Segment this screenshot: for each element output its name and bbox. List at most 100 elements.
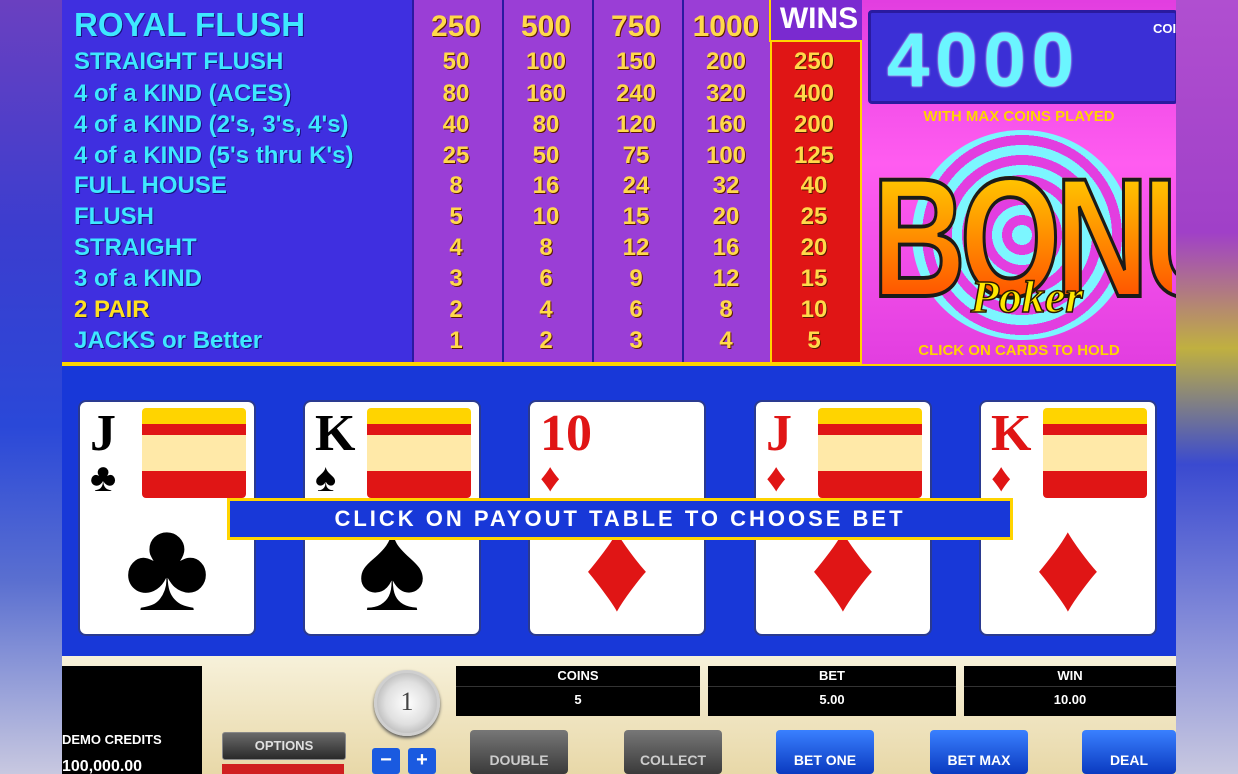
payout-cell[interactable]: 8 xyxy=(682,296,770,324)
coins-display: COINS 5 xyxy=(456,666,700,716)
bonus-poker-logo: BONUS Poker xyxy=(871,130,1176,340)
payout-cell[interactable]: 150 xyxy=(592,48,680,76)
credits-display: DEMO CREDITS 100,000.00 xyxy=(62,666,202,774)
payout-cell[interactable]: 10 xyxy=(502,203,590,231)
payout-cell[interactable]: 75 xyxy=(592,142,680,170)
coins-value: 5 xyxy=(456,686,700,713)
payout-cell[interactable]: 25 xyxy=(412,142,500,170)
payout-cell[interactable]: 100 xyxy=(502,48,590,76)
double-button[interactable]: DOUBLE xyxy=(470,730,568,774)
max-bet-payout-cell[interactable]: 25 xyxy=(770,203,858,231)
hand-name: JACKS or Better xyxy=(74,327,263,354)
payout-cell[interactable]: 160 xyxy=(502,80,590,108)
coin-plus-button[interactable]: + xyxy=(408,748,436,774)
logo-poker-text: Poker xyxy=(970,270,1084,323)
jackpot-coins-label: COINS xyxy=(1153,21,1176,36)
max-bet-payout-cell[interactable]: 40 xyxy=(770,172,858,200)
payout-cell[interactable]: 6 xyxy=(502,265,590,293)
options-button[interactable]: OPTIONS xyxy=(222,732,346,760)
payout-cell[interactable]: 80 xyxy=(502,111,590,139)
payout-cell[interactable]: 4 xyxy=(502,296,590,324)
hand-name: FLUSH xyxy=(74,203,154,230)
card-rank: K xyxy=(991,405,1032,462)
win-label: WIN xyxy=(1057,668,1083,683)
payout-cell[interactable]: 160 xyxy=(682,111,770,139)
card-area: J ♣ ♣ K ♠ ♠ 10 ♦ ♦ J ♦ ♦ K ♦ ♦ CLICK ON PAYOUT TABLE T… xyxy=(62,366,1176,656)
bet-label: BET xyxy=(819,668,845,683)
payout-cell[interactable]: 5 xyxy=(412,203,500,231)
payout-cell[interactable]: 9 xyxy=(592,265,680,293)
bet-one-button[interactable]: BET ONE xyxy=(776,730,874,774)
payout-cell[interactable]: 20 xyxy=(682,203,770,231)
payout-cell[interactable]: 12 xyxy=(592,234,680,262)
win-display: WIN 10.00 xyxy=(964,666,1176,716)
jackpot-amount: 4000 xyxy=(887,18,1081,103)
max-bet-payout-cell[interactable]: 200 xyxy=(770,111,858,139)
payout-cell[interactable]: 16 xyxy=(502,172,590,200)
payout-cell[interactable]: 3 xyxy=(412,265,500,293)
max-bet-payout-cell[interactable]: 10 xyxy=(770,296,858,324)
hand-name: ROYAL FLUSH xyxy=(74,6,306,43)
max-bet-payout-cell[interactable]: 250 xyxy=(770,48,858,76)
bonus-panel: 4000 COINS WITH MAX COINS PLAYED BONUS P… xyxy=(862,0,1176,364)
payout-cell[interactable]: 8 xyxy=(412,172,500,200)
payout-cell[interactable]: 120 xyxy=(592,111,680,139)
options-indicator xyxy=(222,764,344,774)
payout-cell[interactable]: 50 xyxy=(502,142,590,170)
payout-cell[interactable]: 1 xyxy=(412,327,500,355)
payout-cell[interactable]: 3 xyxy=(592,327,680,355)
bet-value: 5.00 xyxy=(708,686,956,713)
coin-minus-button[interactable]: − xyxy=(372,748,400,774)
max-bet-payout-cell[interactable]: 5 xyxy=(770,327,858,355)
max-coins-note: WITH MAX COINS PLAYED xyxy=(923,108,1115,125)
wins-tab: WINS xyxy=(769,0,869,42)
max-bet-payout-cell[interactable]: 20 xyxy=(770,234,858,262)
max-bet-payout-cell[interactable]: 125 xyxy=(770,142,858,170)
hand-name: STRAIGHT xyxy=(74,234,197,261)
face-card-portrait-icon xyxy=(1043,408,1147,498)
payout-cell[interactable]: 24 xyxy=(592,172,680,200)
coin-value-chip[interactable]: 1 xyxy=(374,670,440,736)
background-right xyxy=(1176,0,1238,774)
game-window: ROYAL FLUSH 250 500 750 1000 STRAIGHT FLUSH 50… xyxy=(62,0,1176,774)
payout-cell[interactable]: 15 xyxy=(592,203,680,231)
bet-max-button[interactable]: BET MAX xyxy=(930,730,1028,774)
hand-name: 4 of a KIND (ACES) xyxy=(74,80,292,107)
payout-cell[interactable]: 320 xyxy=(682,80,770,108)
hand-name: 4 of a KIND (2's, 3's, 4's) xyxy=(74,111,349,138)
card-rank: 10 xyxy=(540,405,592,462)
win-value: 10.00 xyxy=(964,686,1176,713)
payout-cell[interactable]: 2 xyxy=(502,327,590,355)
payout-cell[interactable]: 240 xyxy=(592,80,680,108)
hand-name: 2 PAIR xyxy=(74,296,150,323)
payout-cell[interactable]: 16 xyxy=(682,234,770,262)
payout-cell[interactable]: 500 xyxy=(502,10,590,44)
payout-cell[interactable]: 32 xyxy=(682,172,770,200)
payout-cell[interactable]: 40 xyxy=(412,111,500,139)
payout-cell[interactable]: 12 xyxy=(682,265,770,293)
face-card-portrait-icon xyxy=(818,408,922,498)
payout-cell[interactable]: 4 xyxy=(412,234,500,262)
jackpot-display: 4000 COINS xyxy=(868,10,1176,104)
payout-cell[interactable]: 100 xyxy=(682,142,770,170)
payout-cell[interactable]: 4 xyxy=(682,327,770,355)
payout-cell[interactable]: 2 xyxy=(412,296,500,324)
max-bet-payout-cell[interactable]: 400 xyxy=(770,80,858,108)
payout-cell[interactable]: 200 xyxy=(682,48,770,76)
payout-cell[interactable]: 50 xyxy=(412,48,500,76)
card-rank: K xyxy=(315,405,356,462)
payout-cell[interactable]: 80 xyxy=(412,80,500,108)
background-left xyxy=(0,0,62,774)
payout-cell[interactable]: 6 xyxy=(592,296,680,324)
collect-button[interactable]: COLLECT xyxy=(624,730,722,774)
payout-cell[interactable]: 250 xyxy=(412,10,500,44)
payout-table[interactable]: ROYAL FLUSH 250 500 750 1000 STRAIGHT FLUSH 50… xyxy=(62,0,1176,366)
bet-display: BET 5.00 xyxy=(708,666,956,716)
message-banner: CLICK ON PAYOUT TABLE TO CHOOSE BET xyxy=(227,498,1013,540)
payout-cell[interactable]: 750 xyxy=(592,10,680,44)
deal-button[interactable]: DEAL xyxy=(1082,730,1176,774)
payout-cell[interactable]: 8 xyxy=(502,234,590,262)
hand-name: FULL HOUSE xyxy=(74,172,227,199)
max-bet-payout-cell[interactable]: 15 xyxy=(770,265,858,293)
payout-cell[interactable]: 1000 xyxy=(682,10,770,44)
